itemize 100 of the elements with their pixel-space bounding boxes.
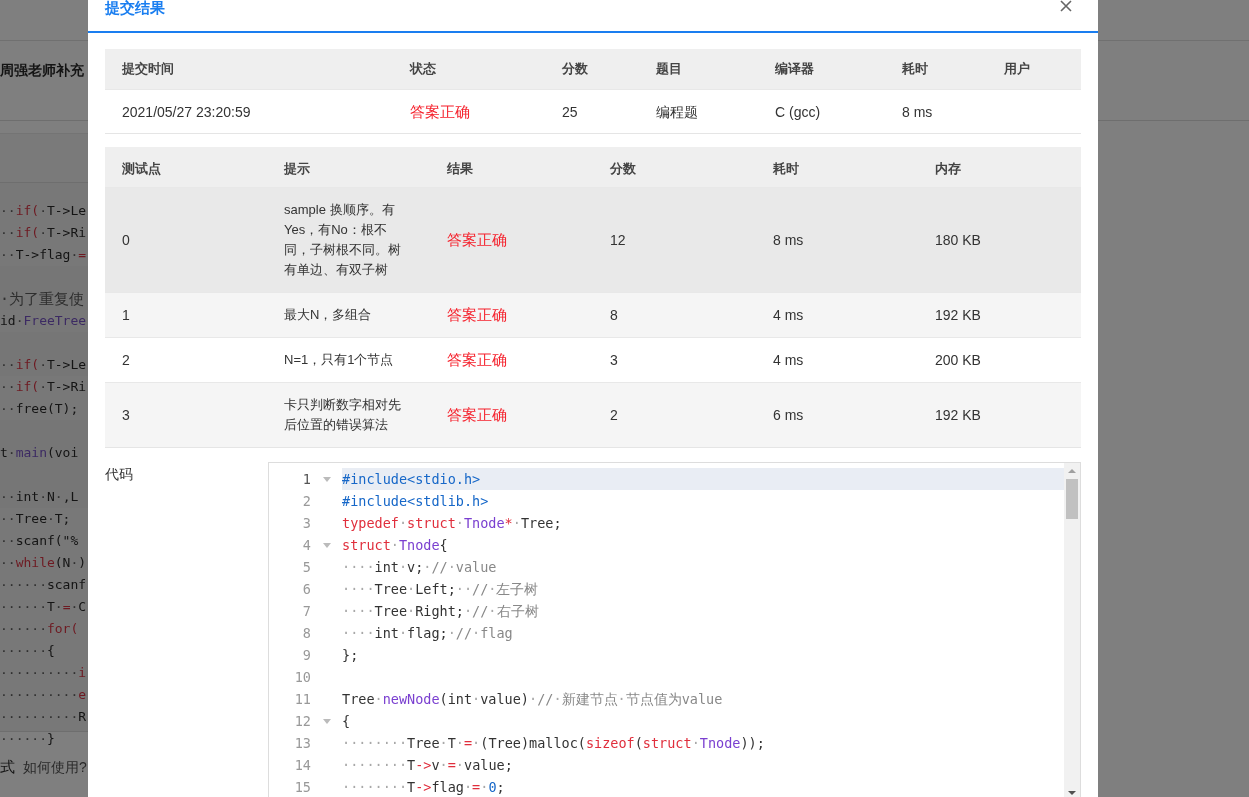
code-line: Tree·newNode(int·value)·//·新建节点·节点值为value bbox=[342, 690, 724, 709]
code-line: ··while(N·) bbox=[0, 554, 88, 572]
code-line: ······{ bbox=[0, 642, 56, 660]
table-cell-text: 2 bbox=[609, 406, 619, 425]
table-cell-text: 2 bbox=[121, 351, 131, 370]
column-header: 题目 bbox=[655, 60, 683, 78]
line-number: 10 bbox=[293, 669, 311, 685]
code-line: ··Tree·T; bbox=[0, 510, 72, 528]
code-line: ··free(T); bbox=[0, 400, 80, 418]
line-number: 4 bbox=[301, 537, 311, 553]
line-number: 14 bbox=[293, 757, 311, 773]
table-cell-text: 卡只判断数字相对先后位置的错误算法 bbox=[283, 396, 402, 434]
code-line: { bbox=[342, 712, 352, 731]
table-cell-text: 6 ms bbox=[772, 406, 805, 425]
code-line: }; bbox=[342, 646, 360, 665]
column-header: 分数 bbox=[561, 60, 589, 78]
code-line: ········T->flag·=·0; bbox=[342, 778, 506, 797]
line-number: 12 bbox=[293, 713, 311, 729]
code-line: ····Tree·Left;··//·左子树 bbox=[342, 580, 540, 599]
table-cell-text: 0 bbox=[121, 231, 131, 250]
code-line: ··if(·T->Ri bbox=[0, 378, 88, 396]
line-number: 15 bbox=[293, 779, 311, 795]
line-number: 2 bbox=[301, 493, 311, 509]
table-cell-text: 3 bbox=[609, 351, 619, 370]
line-number: 9 bbox=[301, 647, 311, 663]
table-cell-text: 4 ms bbox=[772, 306, 805, 325]
column-header: 用户 bbox=[1003, 60, 1031, 78]
line-number: 1 bbox=[301, 471, 311, 487]
table-cell-text: 192 KB bbox=[934, 406, 982, 425]
table-cell-text: 180 KB bbox=[934, 231, 982, 250]
status-text: 答案正确 bbox=[446, 230, 508, 250]
table-cell-text: 2021/05/27 23:20:59 bbox=[121, 102, 252, 122]
scroll-up-icon[interactable] bbox=[1068, 469, 1076, 473]
code-line: id·FreeTree bbox=[0, 312, 88, 330]
scroll-down-icon[interactable] bbox=[1068, 791, 1076, 795]
table-cell-text: 3 bbox=[121, 406, 131, 425]
column-header: 提示 bbox=[283, 160, 311, 178]
column-header: 编译器 bbox=[774, 60, 815, 78]
status-text: 答案正确 bbox=[446, 405, 508, 425]
code-line: #include<stdlib.h> bbox=[342, 492, 490, 511]
table-cell-text: 12 bbox=[609, 231, 627, 250]
table-cell-text: 25 bbox=[561, 102, 579, 122]
code-line: ····int·flag;·//·flag bbox=[342, 624, 514, 643]
status-text: 答案正确 bbox=[446, 305, 508, 325]
dialog-title: 提交结果 bbox=[105, 0, 165, 16]
table-cell-text: 4 ms bbox=[772, 351, 805, 370]
column-header: 测试点 bbox=[121, 160, 162, 178]
code-line: ··········i bbox=[0, 664, 88, 682]
line-number: 5 bbox=[301, 559, 311, 575]
fold-icon[interactable] bbox=[322, 542, 331, 548]
line-number: 8 bbox=[301, 625, 311, 641]
line-number: 13 bbox=[293, 735, 311, 751]
column-header: 耗时 bbox=[901, 60, 929, 78]
column-header: 分数 bbox=[609, 160, 637, 178]
code-line: ······scanf bbox=[0, 576, 88, 594]
scrollbar[interactable] bbox=[1064, 463, 1080, 797]
column-header: 提交时间 bbox=[121, 60, 175, 78]
table-cell-text: sample 换顺序。有Yes，有No：根不同，子树根不同。树有单边、有双子树 bbox=[283, 201, 402, 279]
help-link[interactable]: 如何使用? bbox=[23, 758, 87, 777]
line-number: 3 bbox=[301, 515, 311, 531]
page-heading: 周强老师补充 bbox=[0, 61, 84, 80]
fold-icon[interactable] bbox=[322, 718, 331, 724]
code-line: ······for( bbox=[0, 620, 80, 638]
code-line: ······} bbox=[0, 730, 56, 748]
code-line: ······T·=·C bbox=[0, 598, 88, 616]
code-line: ········Tree·T·=·(Tree)malloc(sizeof(struct·Tnode)); bbox=[342, 734, 766, 753]
field-label: 代码 bbox=[105, 465, 134, 484]
code-line: ··········e bbox=[0, 686, 88, 704]
column-header: 内存 bbox=[934, 160, 962, 178]
line-number: 7 bbox=[301, 603, 311, 619]
table-cell-text: 8 bbox=[609, 306, 619, 325]
line-number: 11 bbox=[293, 691, 311, 707]
fold-icon[interactable] bbox=[322, 476, 331, 482]
table-cell-text: 200 KB bbox=[934, 351, 982, 370]
line-number: 6 bbox=[301, 581, 311, 597]
footer-text: 式 bbox=[0, 758, 15, 777]
table-cell-text: 1 bbox=[121, 306, 131, 325]
column-header: 状态 bbox=[408, 60, 437, 78]
code-line: ··········R bbox=[0, 708, 88, 726]
code-line: ··T->flag·= bbox=[0, 246, 88, 264]
code-line: ··scanf("% bbox=[0, 532, 80, 550]
status-text: 答案正确 bbox=[446, 350, 508, 370]
code-line: ····Tree·Right;·//·右子树 bbox=[342, 602, 540, 621]
code-line: ····int·v;·//·value bbox=[342, 558, 498, 577]
table-cell-text: N=1，只有1个节点 bbox=[283, 351, 395, 369]
code-line: typedef·struct·Tnode*·Tree; bbox=[342, 514, 563, 533]
table-cell-text: 8 ms bbox=[901, 102, 934, 122]
table-cell-text: 最大N，多组合 bbox=[283, 306, 373, 324]
code-line: ··if(·T->Ri bbox=[0, 224, 88, 242]
code-line: struct·Tnode{ bbox=[342, 536, 449, 555]
column-header: 耗时 bbox=[772, 160, 800, 178]
status-text: 答案正确 bbox=[409, 101, 471, 122]
column-header: 结果 bbox=[446, 160, 474, 178]
scroll-thumb[interactable] bbox=[1066, 479, 1078, 519]
table-cell-text: 编程题 bbox=[655, 102, 699, 122]
table-cell-text: 192 KB bbox=[934, 306, 982, 325]
table-cell-text: C (gcc) bbox=[774, 102, 822, 122]
code-line: ········T->v·=·value; bbox=[342, 756, 514, 775]
code-line: ··if(·T->Le bbox=[0, 202, 88, 220]
table-cell-text: 8 ms bbox=[772, 231, 805, 250]
